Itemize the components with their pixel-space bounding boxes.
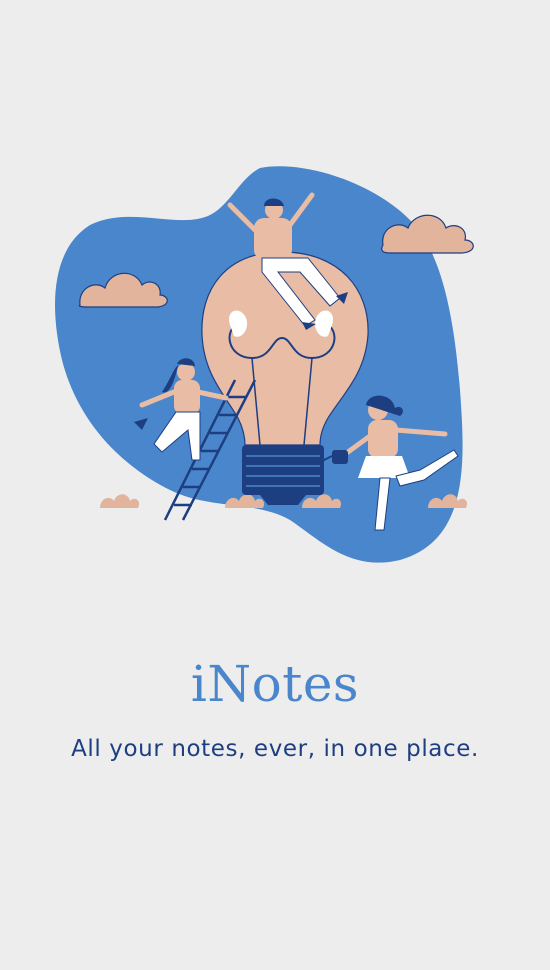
hero-illustration xyxy=(50,160,490,570)
app-tagline: All your notes, ever, in one place. xyxy=(71,736,479,762)
splash-screen: iNotes All your notes, ever, in one plac… xyxy=(0,0,550,970)
app-title: iNotes xyxy=(190,655,360,713)
